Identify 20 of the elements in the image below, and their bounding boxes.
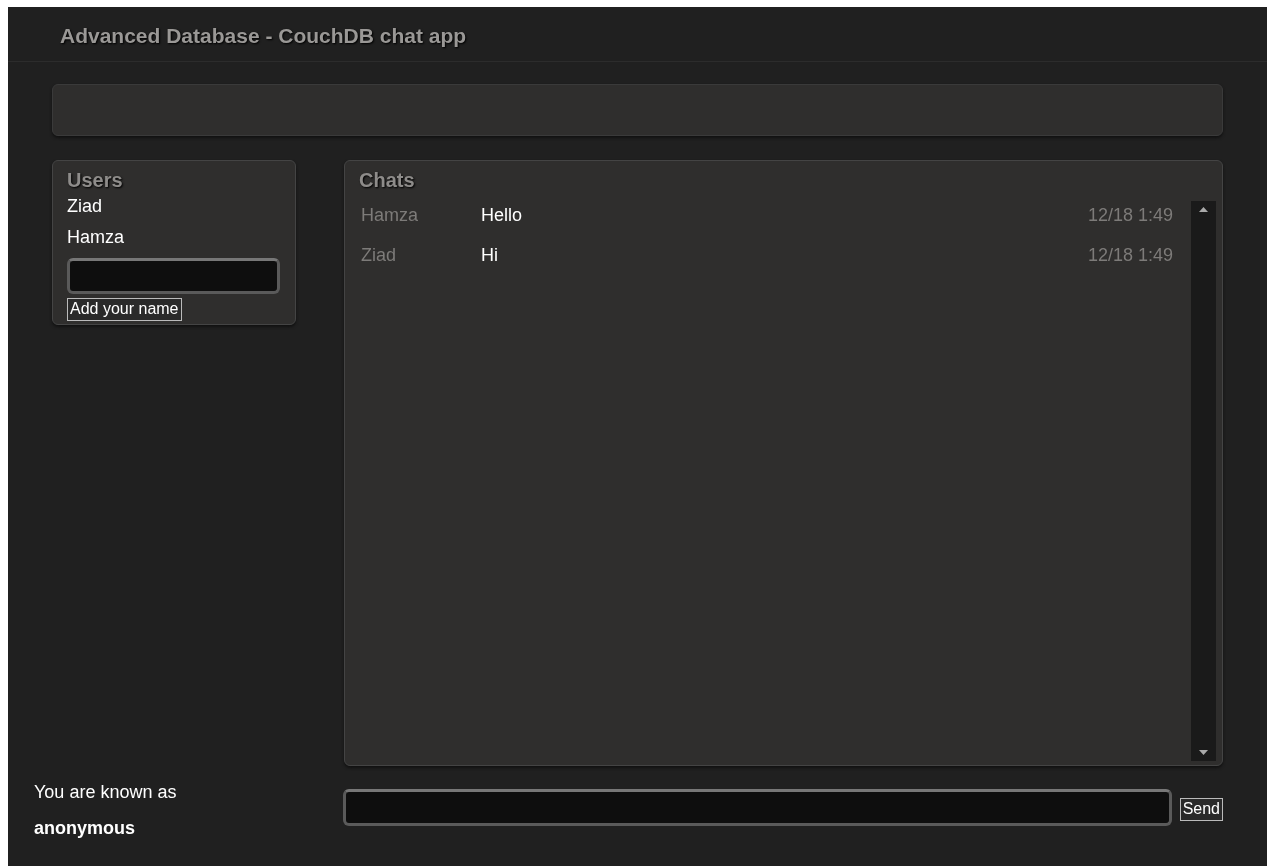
scroll-down-icon[interactable] [1199,750,1208,755]
message-time: 12/18 1:49 [1087,205,1173,225]
user-name: Ziad [67,195,103,218]
message-time: 12/18 1:49 [1087,245,1173,265]
panel-heading: Chats [359,169,416,191]
panel-heading: Users [67,169,124,191]
identity-name: anonymous [34,817,136,840]
message-text: Hello [481,205,523,225]
name-input[interactable] [67,258,280,295]
send-button[interactable]: Send [1179,798,1223,821]
message-author: Ziad [361,245,396,265]
user-name: Hamza [67,225,125,249]
scrollbar[interactable] [1191,201,1216,761]
scroll-up-icon[interactable] [1199,207,1208,212]
add-name-button[interactable]: Add your name [67,298,182,321]
message-author: Hamza [361,205,418,225]
identity-label: You are known as [34,781,178,804]
app-title: Advanced Database - CouchDB chat app [60,24,467,47]
message-text: Hi [481,245,498,265]
message-input[interactable] [343,789,1172,826]
